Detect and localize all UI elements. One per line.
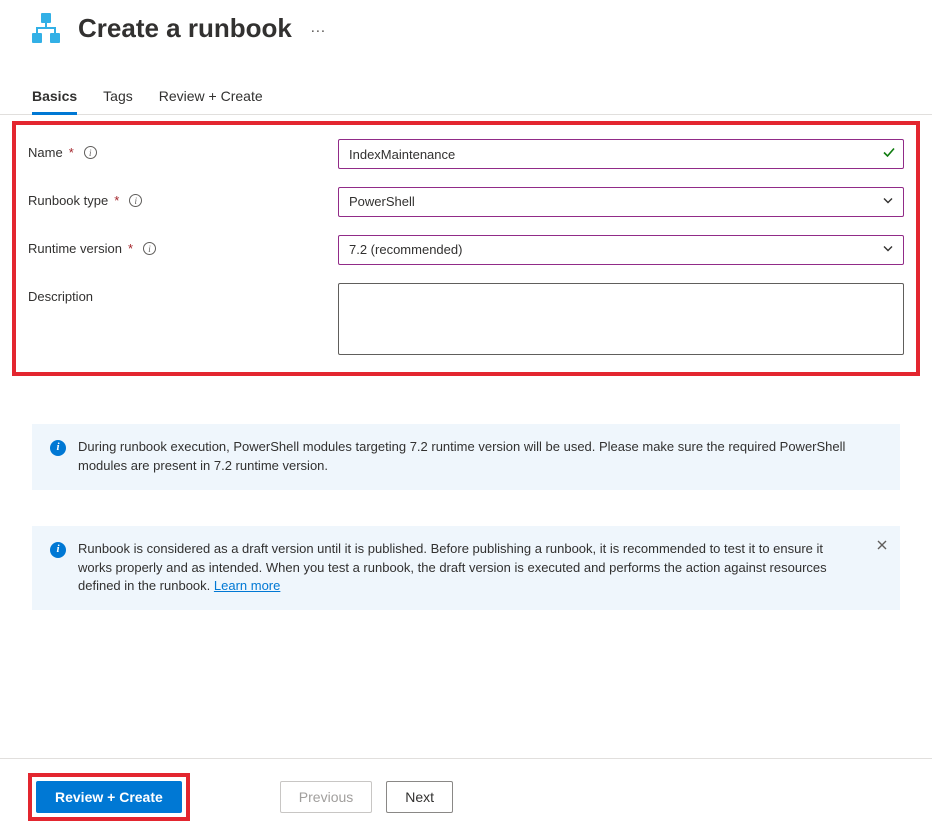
info-banner-content: Runbook is considered as a draft version… <box>78 540 860 597</box>
tab-review[interactable]: Review + Create <box>159 88 263 114</box>
learn-more-link[interactable]: Learn more <box>214 578 280 593</box>
review-create-button[interactable]: Review + Create <box>36 781 182 813</box>
runbook-tree-icon <box>28 10 64 46</box>
close-icon[interactable] <box>876 536 888 556</box>
name-input[interactable] <box>338 139 904 169</box>
name-label: Name * i <box>28 139 338 160</box>
version-label: Runtime version * i <box>28 235 338 256</box>
tab-tags[interactable]: Tags <box>103 88 133 114</box>
required-asterisk: * <box>128 241 133 256</box>
version-select[interactable]: 7.2 (recommended) <box>338 235 904 265</box>
name-label-text: Name <box>28 145 63 160</box>
type-select-value: PowerShell <box>349 194 415 209</box>
type-label: Runbook type * i <box>28 187 338 208</box>
next-button[interactable]: Next <box>386 781 453 813</box>
info-icon: i <box>50 440 66 456</box>
info-banner-modules: i During runbook execution, PowerShell m… <box>32 424 900 490</box>
page-header: Create a runbook … <box>0 0 932 54</box>
info-banner-text: During runbook execution, PowerShell mod… <box>78 438 860 476</box>
description-label: Description <box>28 283 338 304</box>
description-label-text: Description <box>28 289 93 304</box>
type-label-text: Runbook type <box>28 193 108 208</box>
version-label-text: Runtime version <box>28 241 122 256</box>
type-select[interactable]: PowerShell <box>338 187 904 217</box>
info-banner-text: Runbook is considered as a draft version… <box>78 541 827 594</box>
info-icon[interactable]: i <box>129 194 142 207</box>
info-icon: i <box>50 542 66 558</box>
form-highlight: Name * i Runbook type * i PowerShell <box>12 121 920 376</box>
info-icon[interactable]: i <box>84 146 97 159</box>
info-banner-draft: i Runbook is considered as a draft versi… <box>32 526 900 611</box>
more-options-button[interactable]: … <box>310 19 327 37</box>
review-button-highlight: Review + Create <box>28 773 190 821</box>
tabs-bar: Basics Tags Review + Create <box>0 54 932 115</box>
description-textarea[interactable] <box>338 283 904 355</box>
info-icon[interactable]: i <box>143 242 156 255</box>
footer-bar: Review + Create Previous Next <box>0 758 932 835</box>
page-title: Create a runbook <box>78 13 292 44</box>
checkmark-icon <box>882 146 896 163</box>
required-asterisk: * <box>69 145 74 160</box>
tab-basics[interactable]: Basics <box>32 88 77 114</box>
version-select-value: 7.2 (recommended) <box>349 242 462 257</box>
required-asterisk: * <box>114 193 119 208</box>
previous-button: Previous <box>280 781 372 813</box>
